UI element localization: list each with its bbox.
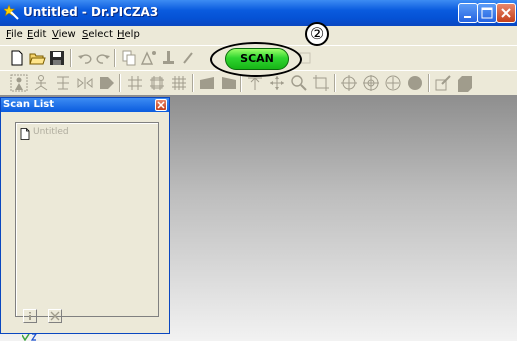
delete-icon [50,311,60,321]
menu-help[interactable]: Help [117,29,140,40]
new-icon[interactable] [8,49,26,67]
scan-list-box[interactable]: Untitled [15,122,159,317]
toolbar-separator [70,49,72,67]
grid-icon[interactable] [126,74,144,92]
circle-icon[interactable] [406,74,424,92]
shape-icon[interactable] [198,74,216,92]
edit-icon[interactable] [434,74,452,92]
callout-number: ② [309,24,325,43]
scan-button[interactable]: SCAN [225,48,289,70]
toolbar-separator [240,74,242,92]
menu-view[interactable]: View [52,29,76,40]
maximize-icon [481,7,493,19]
scan-list-close-button[interactable] [155,99,167,111]
minimize-icon [464,16,471,18]
scan-list-item[interactable]: Untitled [33,127,69,137]
close-icon [501,8,511,18]
redo-icon[interactable] [94,49,112,67]
person-icon[interactable] [32,74,50,92]
save-icon[interactable] [48,49,66,67]
shape-icon[interactable] [456,74,474,92]
target-icon[interactable] [362,74,380,92]
document-icon [20,128,30,140]
toolbar-separator [114,49,116,67]
zoom-icon[interactable] [290,74,308,92]
copy-icon[interactable] [120,49,138,67]
move-icon[interactable] [268,74,286,92]
info-button[interactable] [23,309,37,323]
menu-select[interactable]: Select [82,29,113,40]
grid-icon[interactable] [148,74,166,92]
scan-list-panel: Scan List Untitled [0,97,170,334]
title-bar[interactable]: Untitled - Dr.PICZA3 [0,0,517,26]
align-icon[interactable] [54,74,72,92]
star-wand-icon [4,4,19,20]
tool-icon[interactable] [180,49,198,67]
tool-icon[interactable] [160,49,178,67]
info-icon [29,312,31,320]
toolbar-separator [192,74,194,92]
image-adjust-icon[interactable] [140,49,158,67]
toolbar-separator [428,74,430,92]
maximize-button[interactable] [477,3,497,23]
crop-icon[interactable] [312,74,330,92]
app-window: Untitled - Dr.PICZA3 File Edit View Sele… [0,0,517,341]
select-person-icon[interactable] [10,74,28,92]
delete-button[interactable] [48,309,62,323]
shape-icon[interactable] [220,74,238,92]
window-title: Untitled - Dr.PICZA3 [23,5,159,19]
close-button[interactable] [496,3,516,23]
undo-icon[interactable] [76,49,94,67]
shape-icon[interactable] [98,74,116,92]
target-icon[interactable] [384,74,402,92]
menu-edit[interactable]: Edit [27,29,46,40]
minimize-button[interactable] [458,3,478,23]
toolbar-separator [334,74,336,92]
target-icon[interactable] [340,74,358,92]
close-icon [157,101,165,109]
menu-file[interactable]: File [6,29,23,40]
grid-icon[interactable] [170,74,188,92]
scan-list-title: Scan List [3,99,55,110]
flip-icon[interactable] [76,74,94,92]
scan-list-title-bar[interactable]: Scan List [1,98,169,112]
open-icon[interactable] [28,49,46,67]
toolbar-separator [119,74,121,92]
checkmark-icon [22,334,37,341]
